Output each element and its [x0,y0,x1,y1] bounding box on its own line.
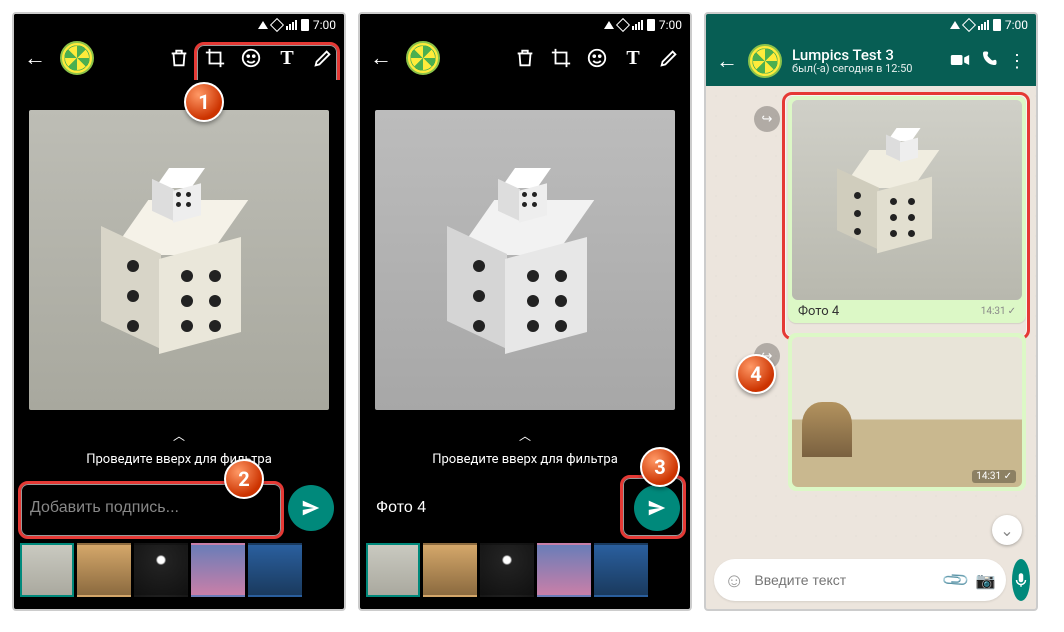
send-button[interactable] [288,485,334,531]
cell-signal-icon [978,20,989,30]
status-bar: 7:00 [706,14,1036,36]
thumb-3[interactable] [480,543,534,597]
forward-icon[interactable]: ↪ [754,106,780,132]
contact-avatar[interactable] [406,41,440,75]
send-button[interactable] [634,485,680,531]
thumb-1[interactable] [20,543,74,597]
caption-row [24,483,334,533]
step-badge-1: 1 [184,82,224,122]
message-1-time: 14:31 ✓ [981,306,1016,317]
phone-chat: 7:00 ← Lumpics Test 3 был(-а) сегодня в … [704,12,1038,611]
cell-signal-icon [286,20,297,30]
chat-header: ← Lumpics Test 3 был(-а) сегодня в 12:50… [706,36,1036,86]
step-badge-2: 2 [224,459,264,499]
thumb-2[interactable] [423,543,477,597]
network-icon [950,21,960,29]
tutorial-triptych: 7:00 ← T 1 [0,0,1064,623]
contact-avatar[interactable] [748,44,782,78]
signal-icon [270,18,284,32]
last-seen: был(-а) сегодня в 12:50 [792,63,940,75]
chat-input-bar: ☺ 📎 📷 [714,559,1028,601]
status-bar: 7:00 [360,14,690,36]
delete-button[interactable] [168,47,190,69]
back-button[interactable]: ← [370,45,392,71]
battery-icon [993,19,1001,31]
thumb-5[interactable] [594,543,648,597]
emoji-button[interactable] [586,47,608,69]
text-button[interactable]: T [276,47,298,69]
editor-toolbar: ← T [14,36,344,80]
editor-toolbar: ← T [360,36,690,80]
network-icon [604,21,614,29]
thumb-4[interactable] [191,543,245,597]
back-button[interactable]: ← [24,45,46,71]
step-badge-4: 4 [736,354,776,394]
message-2[interactable]: ↪ 14:31 ✓ [788,333,1026,491]
dice-photo-bw [375,110,675,410]
contact-title[interactable]: Lumpics Test 3 был(-а) сегодня в 12:50 [792,47,940,76]
thumbnail-strip [20,543,302,597]
chat-text-field[interactable]: ☺ 📎 📷 [714,559,1006,601]
emoji-button[interactable] [240,47,262,69]
thumb-5[interactable] [248,543,302,597]
attach-icon[interactable]: 📎 [941,565,972,596]
battery-icon [301,19,309,31]
dice-photo [29,110,329,410]
thumb-4[interactable] [537,543,591,597]
phone-editor-1: 7:00 ← T 1 [12,12,346,611]
text-button[interactable]: T [622,47,644,69]
crop-button[interactable] [204,47,226,69]
clock: 7:00 [1005,18,1028,32]
step-badge-3: 3 [640,447,680,487]
contact-avatar[interactable] [60,41,94,75]
filter-hint: Проведите вверх для фильтра [14,452,344,467]
thumb-3[interactable] [134,543,188,597]
back-button[interactable]: ← [716,48,738,74]
crop-button[interactable] [550,47,572,69]
swipe-up-icon: ︿ [519,427,531,444]
message-2-image[interactable] [792,337,1022,487]
scroll-down-button[interactable]: ⌄ [992,515,1022,545]
mic-button[interactable] [1012,559,1030,601]
thumbnail-strip [366,543,648,597]
thumb-2[interactable] [77,543,131,597]
image-preview[interactable] [360,80,690,440]
phone-editor-2: 7:00 ← T [358,12,692,611]
clock: 7:00 [313,18,336,32]
clock: 7:00 [659,18,682,32]
chat-body[interactable]: ↪ Фото 4 14:31 ✓ [706,86,1036,551]
camera-icon[interactable]: 📷 [976,571,996,590]
message-2-time: 14:31 ✓ [972,470,1016,483]
signal-icon [962,18,976,32]
emoji-icon[interactable]: ☺ [724,568,744,593]
battery-icon [647,19,655,31]
status-bar: 7:00 [14,14,344,36]
delete-button[interactable] [514,47,536,69]
caption-input[interactable] [370,487,624,529]
video-call-icon[interactable] [950,51,970,72]
caption-row [370,483,680,533]
thumb-1[interactable] [366,543,420,597]
draw-button[interactable] [312,47,334,69]
chat-input[interactable] [752,571,937,589]
image-preview[interactable] [14,80,344,440]
draw-button[interactable] [658,47,680,69]
network-icon [258,21,268,29]
cell-signal-icon [632,20,643,30]
menu-icon[interactable]: ⋮ [1008,51,1026,72]
message-1-image[interactable] [792,100,1022,300]
voice-call-icon[interactable] [980,50,998,73]
message-1[interactable]: ↪ Фото 4 14:31 ✓ [788,96,1026,323]
swipe-up-icon: ︿ [173,427,185,444]
signal-icon [616,18,630,32]
message-1-caption: Фото 4 [798,304,839,319]
contact-name: Lumpics Test 3 [792,47,940,64]
